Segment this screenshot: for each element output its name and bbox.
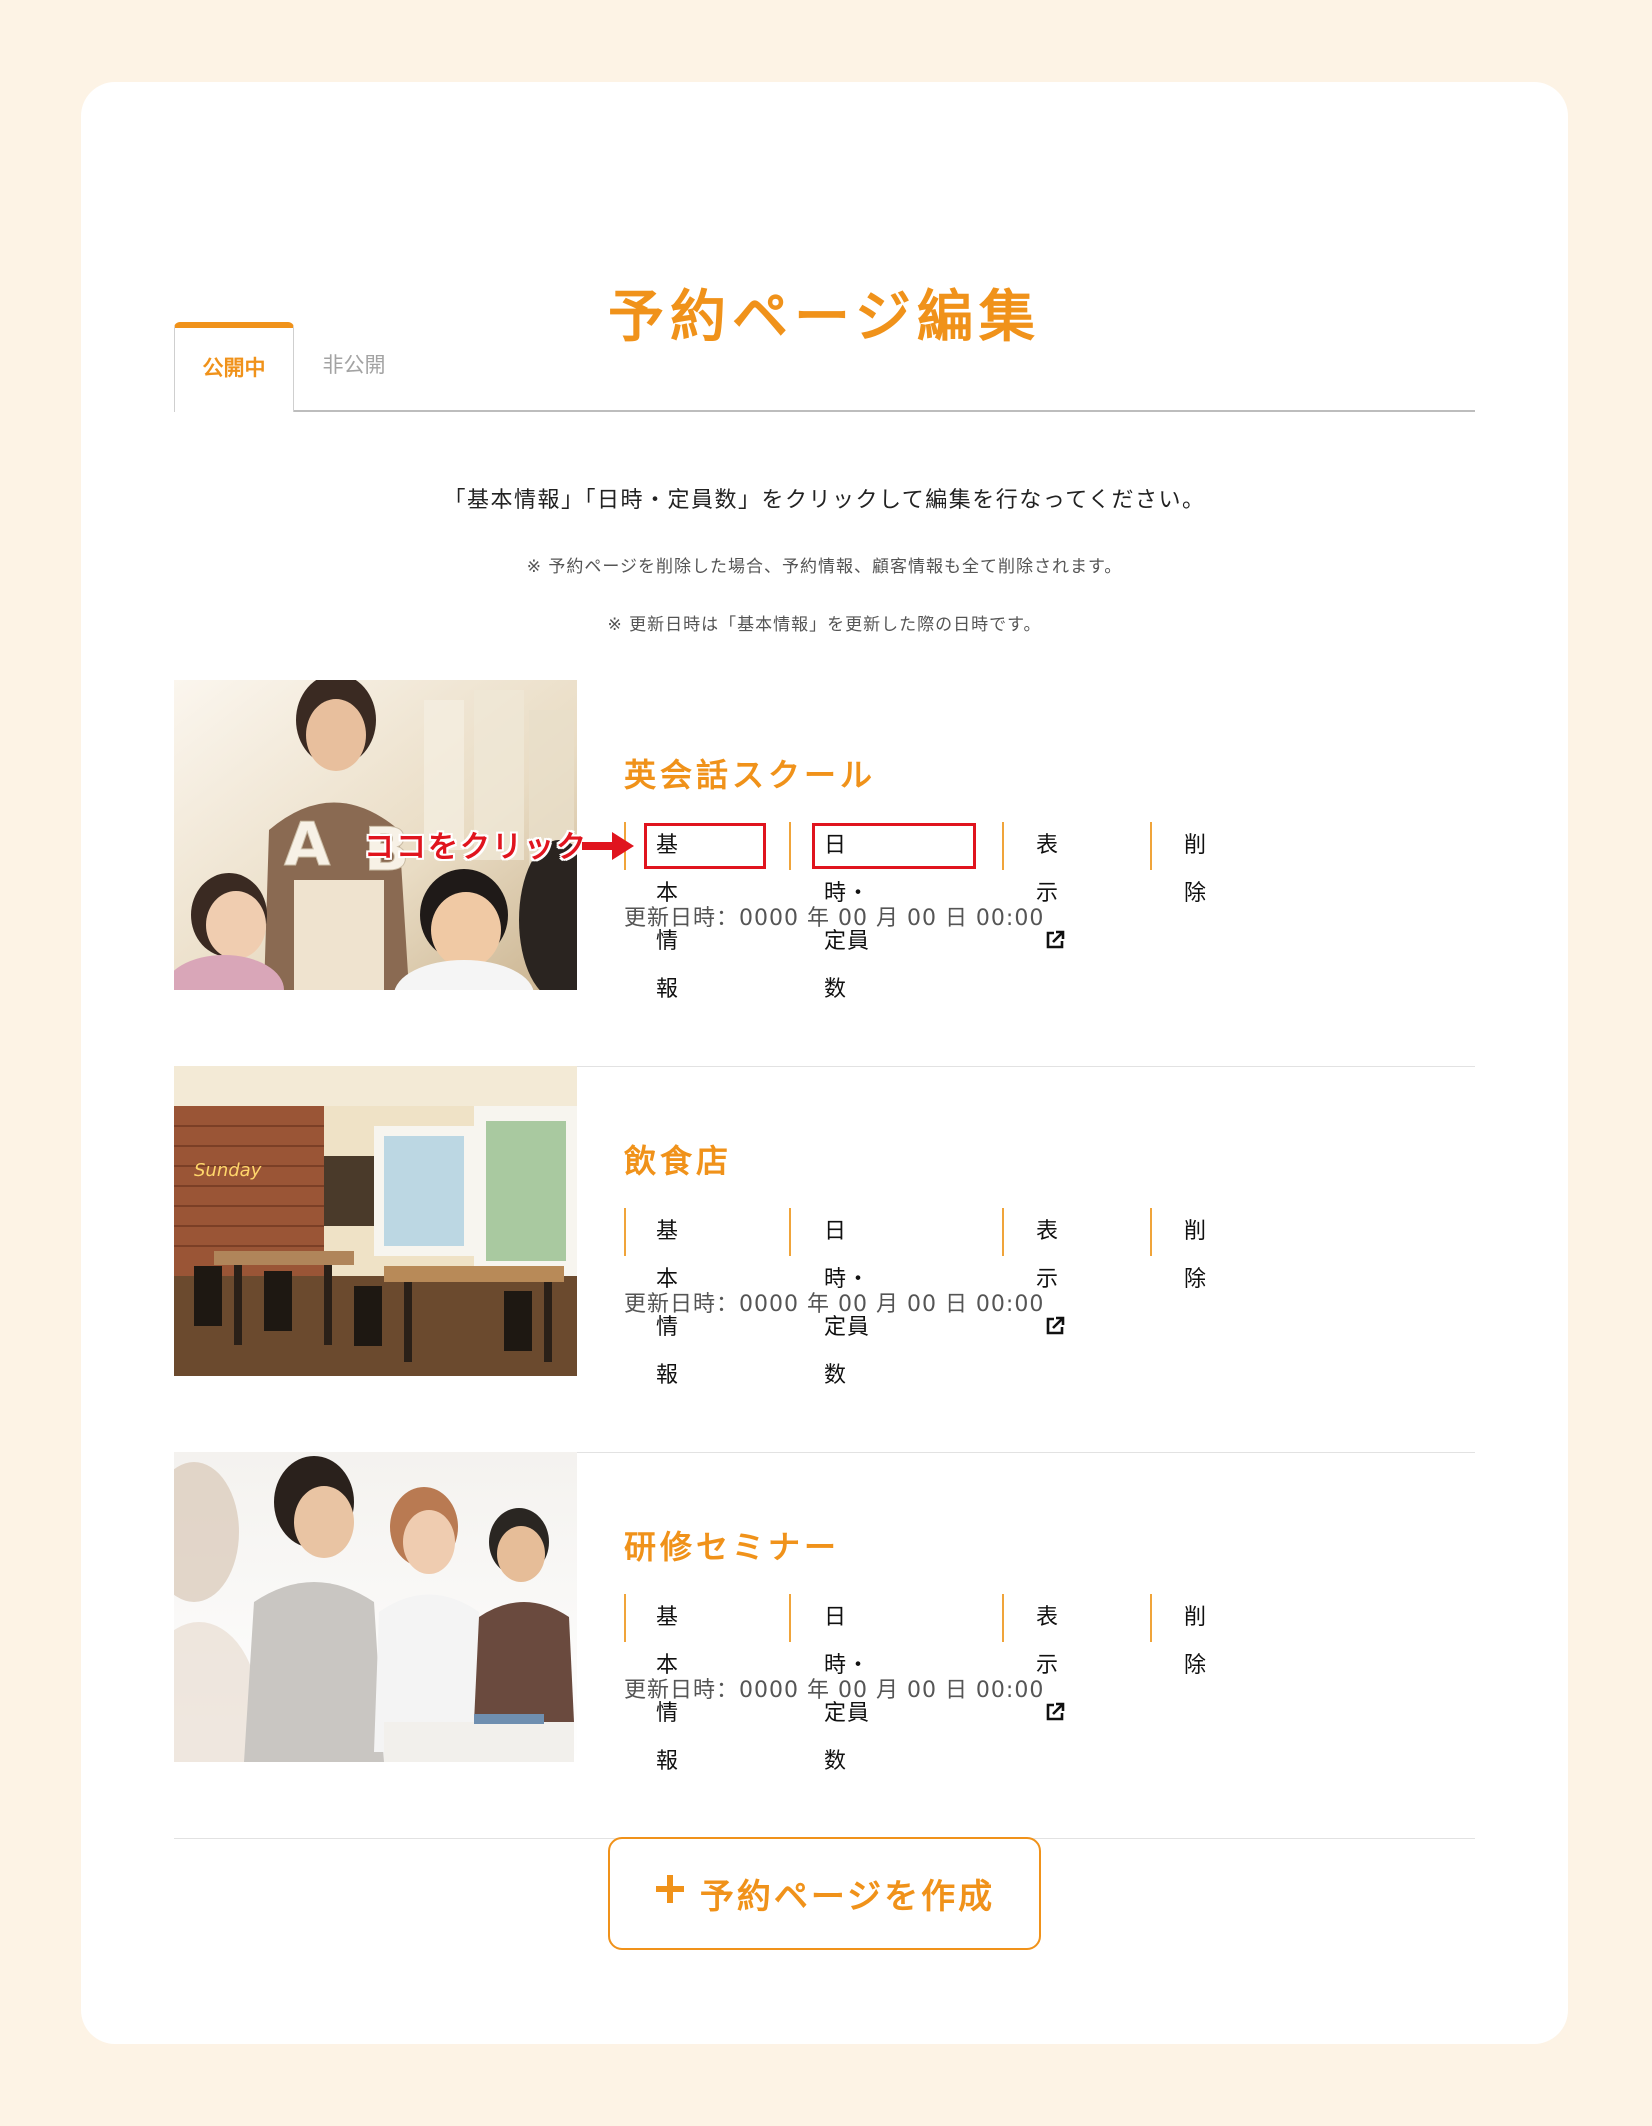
external-link-icon — [1044, 1307, 1066, 1355]
divider — [789, 1594, 791, 1642]
seminar-photo — [174, 1452, 577, 1762]
divider — [1002, 1594, 1004, 1642]
divider — [1002, 1208, 1004, 1256]
divider — [1150, 822, 1152, 870]
delete-button[interactable]: 削除 — [1184, 1594, 1207, 1678]
view-button[interactable]: 表示 — [1036, 1208, 1066, 1335]
plus-icon — [654, 1873, 686, 1914]
divider — [624, 1208, 626, 1256]
svg-text:A: A — [284, 810, 331, 880]
divider — [1002, 822, 1004, 870]
divider — [1150, 1208, 1152, 1256]
basic-info-button[interactable]: 基本情報 — [656, 1208, 679, 1388]
item-title: 研修セミナー — [624, 1528, 841, 1566]
datetime-capacity-button[interactable]: 日時・定員数 — [824, 1594, 870, 1774]
main-card: 予約ページ編集 公開中 非公開 「基本情報」「日時・定員数」をクリックして編集を… — [81, 82, 1568, 2044]
tab-public[interactable]: 公開中 — [174, 322, 294, 412]
update-note: ※ 更新日時は「基本情報」を更新した際の日時です。 — [607, 615, 1042, 635]
restaurant-photo: Sunday — [174, 1066, 577, 1376]
red-arrow-icon — [582, 832, 634, 860]
view-button[interactable]: 表示 — [1036, 1594, 1066, 1721]
create-reservation-page-button[interactable]: 予約ページを作成 — [608, 1837, 1041, 1950]
basic-info-button[interactable]: 基本情報 — [656, 1594, 679, 1774]
view-label: 表示 — [1036, 833, 1060, 906]
delete-button[interactable]: 削除 — [1184, 1208, 1207, 1292]
divider — [789, 1208, 791, 1256]
updated-datetime: 更新日時：0000 年 00 月 00 日 00:00 — [624, 1292, 1045, 1317]
datetime-highlight — [812, 823, 976, 869]
reservation-page-item: 研修セミナー 基本情報 日時・定員数 表示 削除 更新日時：0000 年 00 … — [174, 1452, 1475, 1839]
view-button[interactable]: 表示 — [1036, 822, 1066, 949]
delete-note: ※ 予約ページを削除した場合、予約情報、顧客情報も全て削除されます。 — [526, 557, 1123, 577]
svg-text:Sunday: Sunday — [194, 1160, 262, 1181]
reservation-page-item: A B 英会話スクール 基本情報 日時・定員数 表示 削除 更新日時：0000 … — [174, 680, 1475, 1067]
reservation-page-item: Sunday 飲食店 基本情報 日時・定員数 表示 削除 更新日時：0000 年… — [174, 1066, 1475, 1453]
instruction-text: 「基本情報」「日時・定員数」をクリックして編集を行なってください。 — [443, 488, 1206, 513]
divider — [1150, 1594, 1152, 1642]
item-title: 飲食店 — [624, 1142, 733, 1180]
updated-datetime: 更新日時：0000 年 00 月 00 日 00:00 — [624, 906, 1045, 931]
divider — [624, 1594, 626, 1642]
updated-datetime: 更新日時：0000 年 00 月 00 日 00:00 — [624, 1678, 1045, 1703]
divider — [789, 822, 791, 870]
external-link-icon — [1044, 921, 1066, 969]
external-link-icon — [1044, 1693, 1066, 1741]
delete-button[interactable]: 削除 — [1184, 822, 1207, 906]
create-button-label: 予約ページを作成 — [699, 1877, 996, 1917]
view-label: 表示 — [1036, 1605, 1060, 1678]
basic-info-highlight — [644, 823, 766, 869]
datetime-capacity-button[interactable]: 日時・定員数 — [824, 1208, 870, 1388]
tab-private[interactable]: 非公開 — [294, 322, 414, 410]
item-title: 英会話スクール — [624, 756, 877, 794]
tab-bar: 公開中 非公開 — [174, 322, 1475, 412]
click-here-annotation: ココをクリック — [364, 830, 588, 865]
view-label: 表示 — [1036, 1219, 1060, 1292]
